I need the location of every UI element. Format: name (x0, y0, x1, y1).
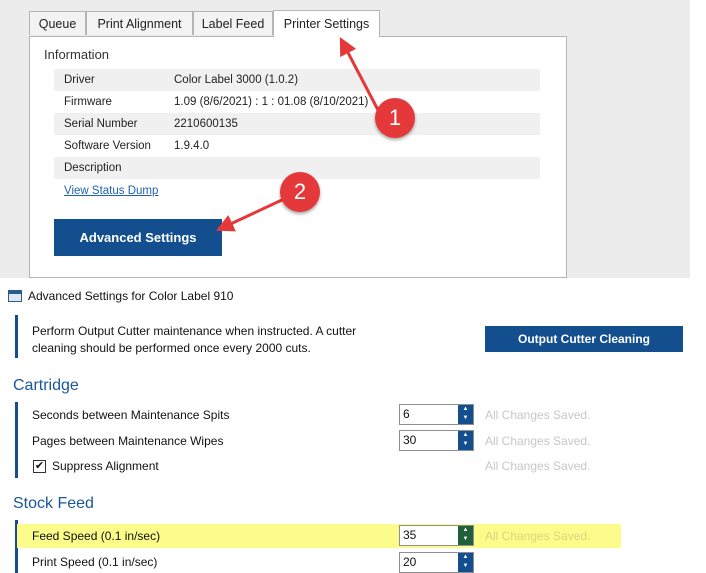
wipes-stepper-arrows[interactable]: ▲ ▼ (458, 431, 473, 450)
spits-value: 6 (403, 407, 410, 421)
print-speed-stepper-arrows[interactable]: ▲ ▼ (458, 553, 473, 572)
wipes-save-status: All Changes Saved. (485, 434, 591, 448)
print-speed-label: Print Speed (0.1 in/sec) (32, 555, 158, 569)
arrow-to-printer-settings-tab (339, 37, 380, 111)
chevron-up-icon: ▲ (462, 554, 469, 560)
chevron-down-icon: ▼ (462, 415, 469, 421)
wipes-label: Pages between Maintenance Wipes (32, 434, 224, 448)
cutter-instructions: Perform Output Cutter maintenance when i… (32, 324, 357, 355)
wipes-stepper[interactable]: 30 ▲ ▼ (399, 430, 474, 451)
chevron-up-icon: ▲ (462, 406, 469, 412)
suppress-alignment-row[interactable]: ✔ Suppress Alignment (33, 459, 159, 473)
cartridge-section-bar (15, 402, 18, 478)
spits-label: Seconds between Maintenance Spits (32, 408, 230, 422)
feed-speed-label: Feed Speed (0.1 in/sec) (32, 529, 161, 543)
suppress-alignment-label: Suppress Alignment (52, 459, 159, 473)
output-cutter-cleaning-button[interactable]: Output Cutter Cleaning (485, 326, 683, 352)
spits-stepper-arrows[interactable]: ▲ ▼ (458, 405, 473, 424)
step-2-badge: 2 (280, 172, 320, 212)
feed-speed-save-status: All Changes Saved. (485, 529, 591, 543)
chevron-down-icon: ▼ (462, 536, 469, 542)
print-speed-value: 20 (403, 555, 417, 569)
cartridge-heading: Cartridge (13, 377, 79, 394)
chevron-down-icon: ▼ (462, 563, 469, 569)
spits-stepper[interactable]: 6 ▲ ▼ (399, 404, 474, 425)
arrow-to-advanced-settings-button (215, 197, 285, 232)
annotation-arrows (215, 37, 380, 232)
feed-speed-value: 35 (403, 528, 417, 542)
stock-feed-heading: Stock Feed (13, 495, 94, 512)
suppress-alignment-checkbox[interactable]: ✔ (33, 459, 46, 473)
suppress-save-status: All Changes Saved. (485, 459, 591, 473)
print-speed-stepper[interactable]: 20 ▲ ▼ (399, 552, 474, 573)
spits-save-status: All Changes Saved. (485, 408, 591, 422)
chevron-up-icon: ▲ (462, 527, 469, 533)
chevron-up-icon: ▲ (462, 432, 469, 438)
wipes-value: 30 (403, 433, 417, 447)
cutter-section-bar (15, 315, 18, 358)
step-1-badge: 1 (375, 98, 415, 138)
feed-speed-stepper[interactable]: 35 ▲ ▼ (399, 525, 474, 546)
chevron-down-icon: ▼ (462, 441, 469, 447)
feed-speed-stepper-arrows[interactable]: ▲ ▼ (458, 526, 473, 545)
